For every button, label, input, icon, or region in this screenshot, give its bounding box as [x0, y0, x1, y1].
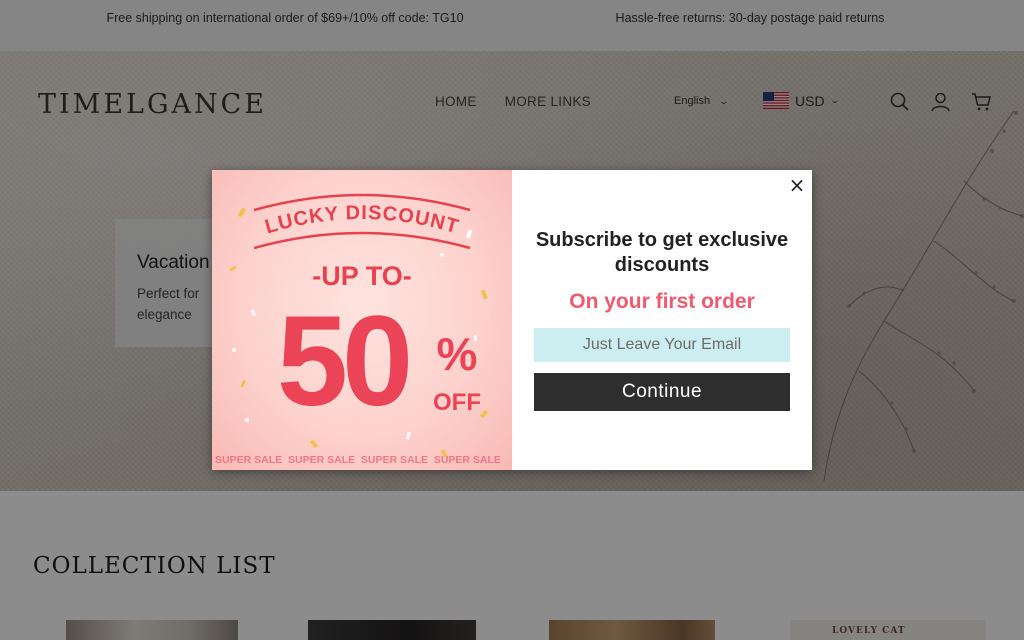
promo-percent: % — [437, 328, 478, 380]
promo-up-to: -UP TO- — [312, 261, 412, 291]
promo-footer: SUPER SALE SUPER SALE SUPER SALE SUPER S… — [215, 454, 501, 466]
popup-subtitle: On your first order — [569, 290, 755, 313]
promo-graphic: LUCKY DISCOUNT -UP TO- 50 % OFF SUPER SA… — [215, 193, 501, 466]
promo-amount: 50 — [277, 290, 408, 433]
subscribe-popup: LUCKY DISCOUNT -UP TO- 50 % OFF SUPER SA… — [212, 170, 812, 470]
email-field[interactable] — [534, 328, 790, 362]
close-icon[interactable]: × — [786, 174, 808, 196]
continue-button[interactable]: Continue — [534, 373, 790, 411]
promo-off: OFF — [433, 389, 481, 416]
promo-image: LUCKY DISCOUNT -UP TO- 50 % OFF SUPER SA… — [212, 170, 512, 470]
popup-title: Subscribe to get exclusive discounts — [535, 229, 789, 276]
